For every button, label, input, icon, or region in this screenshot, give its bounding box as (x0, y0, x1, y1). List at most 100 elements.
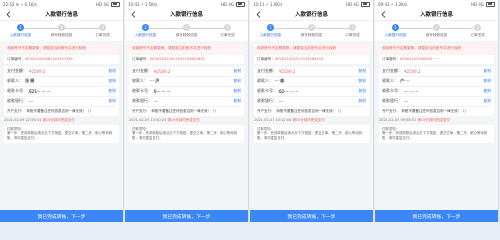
step-2-label: 填写转账信息 (50, 33, 73, 37)
copy-payee-button[interactable]: 复制 (358, 78, 366, 84)
account-value: 621··· ··· ··· (29, 88, 51, 94)
confirm-transfer-button[interactable]: 我已完成转账，下一步 (250, 210, 373, 222)
bank-row: 收款银行： ··· 复制 (257, 97, 366, 107)
payment-card: 支付金额： ¥2509.2 复制 收款人： ··· 森 复制 收款卡号： 62·… (254, 66, 369, 116)
payee-value: ··· 洪 (150, 78, 160, 84)
phone-screen-4: 09:43 ⚡ 1.2K/s HD 4G 入款银行信息 1 入款银行信息 2 填写转… (375, 0, 499, 222)
copy-amount-button[interactable]: 复制 (233, 68, 241, 74)
title-bar: 入款银行信息 (0, 8, 123, 21)
step-1-dot: 1 (17, 24, 24, 31)
step-2: 2 填写转账信息 (168, 24, 206, 38)
step-1: 1 入款银行信息 (377, 24, 415, 38)
order-value: AP0021020981023427961 (24, 56, 74, 61)
branch-label: 开户支行： (257, 108, 275, 113)
status-bar: 10:11 ⚡ 1.0K/s HD 4G (250, 0, 373, 8)
copy-account-button[interactable]: 复制 (358, 88, 366, 94)
copy-account-button[interactable]: 复制 (233, 88, 241, 94)
step-2-dot: 2 (308, 24, 315, 31)
amount-label: 支付金额： (132, 68, 152, 74)
copy-bank-button[interactable]: 复制 (233, 98, 241, 104)
account-row: 收款卡号： 6··· ··· ··· 复制 (132, 87, 241, 97)
step-2-label: 填写转账信息 (300, 33, 323, 37)
amount-label: 支付金额： (382, 68, 402, 74)
step-3: 3 订单完成 (84, 24, 122, 38)
confirm-transfer-button[interactable]: 我已完成转账，下一步 (125, 210, 248, 222)
branch-label: 开户支行： (382, 108, 400, 113)
payment-card: 支付金额： ¥2509.2 复制 收款人： ··· 洪 复制 收款卡号： 6··… (129, 66, 244, 116)
page-title: 入款银行信息 (44, 12, 78, 18)
payee-value: 卢 ··· (400, 78, 410, 84)
copy-bank-button[interactable]: 复制 (108, 98, 116, 104)
step-1: 1 入款银行信息 (2, 24, 40, 38)
progress-steps: 1 入款银行信息 2 填写转账信息 3 订单完成 (250, 21, 373, 41)
status-time: 10:43 ⚡ 1.5K/s (128, 1, 158, 7)
branch-row: 开户支行： 转账不要备注任何信息否则一律无效！（） (132, 107, 241, 116)
bank-value: ··· (29, 98, 33, 104)
warning-banner: 收款账号不定期更换，请复制当前账号并进行转账 (4, 44, 119, 53)
back-button[interactable] (379, 10, 387, 18)
time-note: 请15分钟内完成支付 (292, 117, 325, 122)
chevron-left-icon (381, 10, 385, 18)
step-3: 3 订单完成 (334, 24, 372, 38)
account-label: 收款卡号： (132, 88, 152, 94)
copy-account-button[interactable]: 复制 (108, 88, 116, 94)
payment-card: 支付金额： ¥2509.2 复制 收款人： 卢 ··· 复制 收款卡号： ···… (379, 66, 494, 116)
account-value: 62··· ··· ··· (279, 88, 299, 94)
status-bar: 09:43 ⚡ 1.2K/s HD 4G (375, 0, 498, 8)
back-button[interactable] (129, 10, 137, 18)
bank-value: ··· (279, 98, 283, 104)
status-time: 10:11 ⚡ 1.0K/s (253, 1, 283, 7)
account-value: 6··· ··· ··· (154, 88, 171, 94)
step-2: 2 填写转账信息 (293, 24, 331, 38)
step-3-dot: 3 (99, 24, 106, 31)
amount-value: ¥2509.2 (404, 68, 421, 74)
copy-amount-button[interactable]: 复制 (483, 68, 491, 74)
network-indicator: HD 4G (345, 1, 359, 7)
time-value: 2021-02-07 09:58:51 (379, 117, 417, 122)
title-bar: 入款银行信息 (250, 8, 373, 21)
step-2-dot: 2 (183, 24, 190, 31)
copy-amount-button[interactable]: 复制 (358, 68, 366, 74)
back-button[interactable] (254, 10, 262, 18)
payment-tips: 付款须知： 第一步，完成转账后请点击下方按钮，提交订单；第二步，耐心等待到账，请勿… (254, 124, 369, 143)
step-1-label: 入款银行信息 (384, 33, 407, 37)
status-bar: 22:52 ✉ ⚡ 0.1K/s HD 4G (0, 0, 123, 8)
copy-amount-button[interactable]: 复制 (108, 68, 116, 74)
confirm-transfer-button[interactable]: 我已完成转账，下一步 (0, 210, 123, 222)
step-3-label: 订单完成 (345, 33, 360, 37)
amount-row: 支付金额： ¥2509.2 复制 (132, 67, 241, 77)
order-label: 订单编号： (382, 56, 400, 61)
step-1-label: 入款银行信息 (9, 33, 32, 37)
battery-icon (236, 1, 245, 7)
page-title: 入款银行信息 (419, 12, 453, 18)
title-bar: 入款银行信息 (125, 8, 248, 21)
back-button[interactable] (4, 10, 12, 18)
step-3-label: 订单完成 (470, 33, 485, 37)
order-time: 2021-02-07 09:58:51 请15分钟内完成支付 (379, 118, 494, 123)
page-title: 入款银行信息 (294, 12, 328, 18)
chevron-left-icon (131, 10, 135, 18)
branch-value: 转账不要备注任何信息否则一律无效！（） (401, 108, 469, 113)
warning-banner: 收款账号不定期更换，请复制当前账号并进行转账 (379, 44, 494, 53)
title-bar: 入款银行信息 (375, 8, 498, 21)
time-note: 请15分钟内完成支付 (417, 117, 450, 122)
copy-payee-button[interactable]: 复制 (483, 78, 491, 84)
network-indicator: HD 4G (95, 1, 109, 7)
copy-account-button[interactable]: 复制 (483, 88, 491, 94)
bank-value: ··· (404, 98, 408, 104)
status-bar: 10:43 ⚡ 1.5K/s HD 4G (125, 0, 248, 8)
copy-payee-button[interactable]: 复制 (108, 78, 116, 84)
branch-label: 开户支行： (132, 108, 150, 113)
bank-label: 收款银行： (382, 98, 402, 104)
chevron-left-icon (256, 10, 260, 18)
branch-value: 转账不要备注任何信息否则一律无效！（） (151, 108, 219, 113)
confirm-transfer-button[interactable]: 我已完成转账，下一步 (375, 210, 498, 222)
payee-row: 收款人： 卢 ··· 复制 (382, 77, 491, 87)
time-value: 2021-02-07 10:50:24 (129, 117, 167, 122)
copy-bank-button[interactable]: 复制 (483, 98, 491, 104)
copy-bank-button[interactable]: 复制 (358, 98, 366, 104)
step-1: 1 入款银行信息 (127, 24, 165, 38)
copy-payee-button[interactable]: 复制 (233, 78, 241, 84)
tips-text: 第一步，完成转账后请点击下方按钮，提交订单；第二步，耐心等待到账，请勿重复支付。 (7, 131, 113, 140)
status-time: 09:43 ⚡ 1.2K/s (378, 1, 408, 7)
